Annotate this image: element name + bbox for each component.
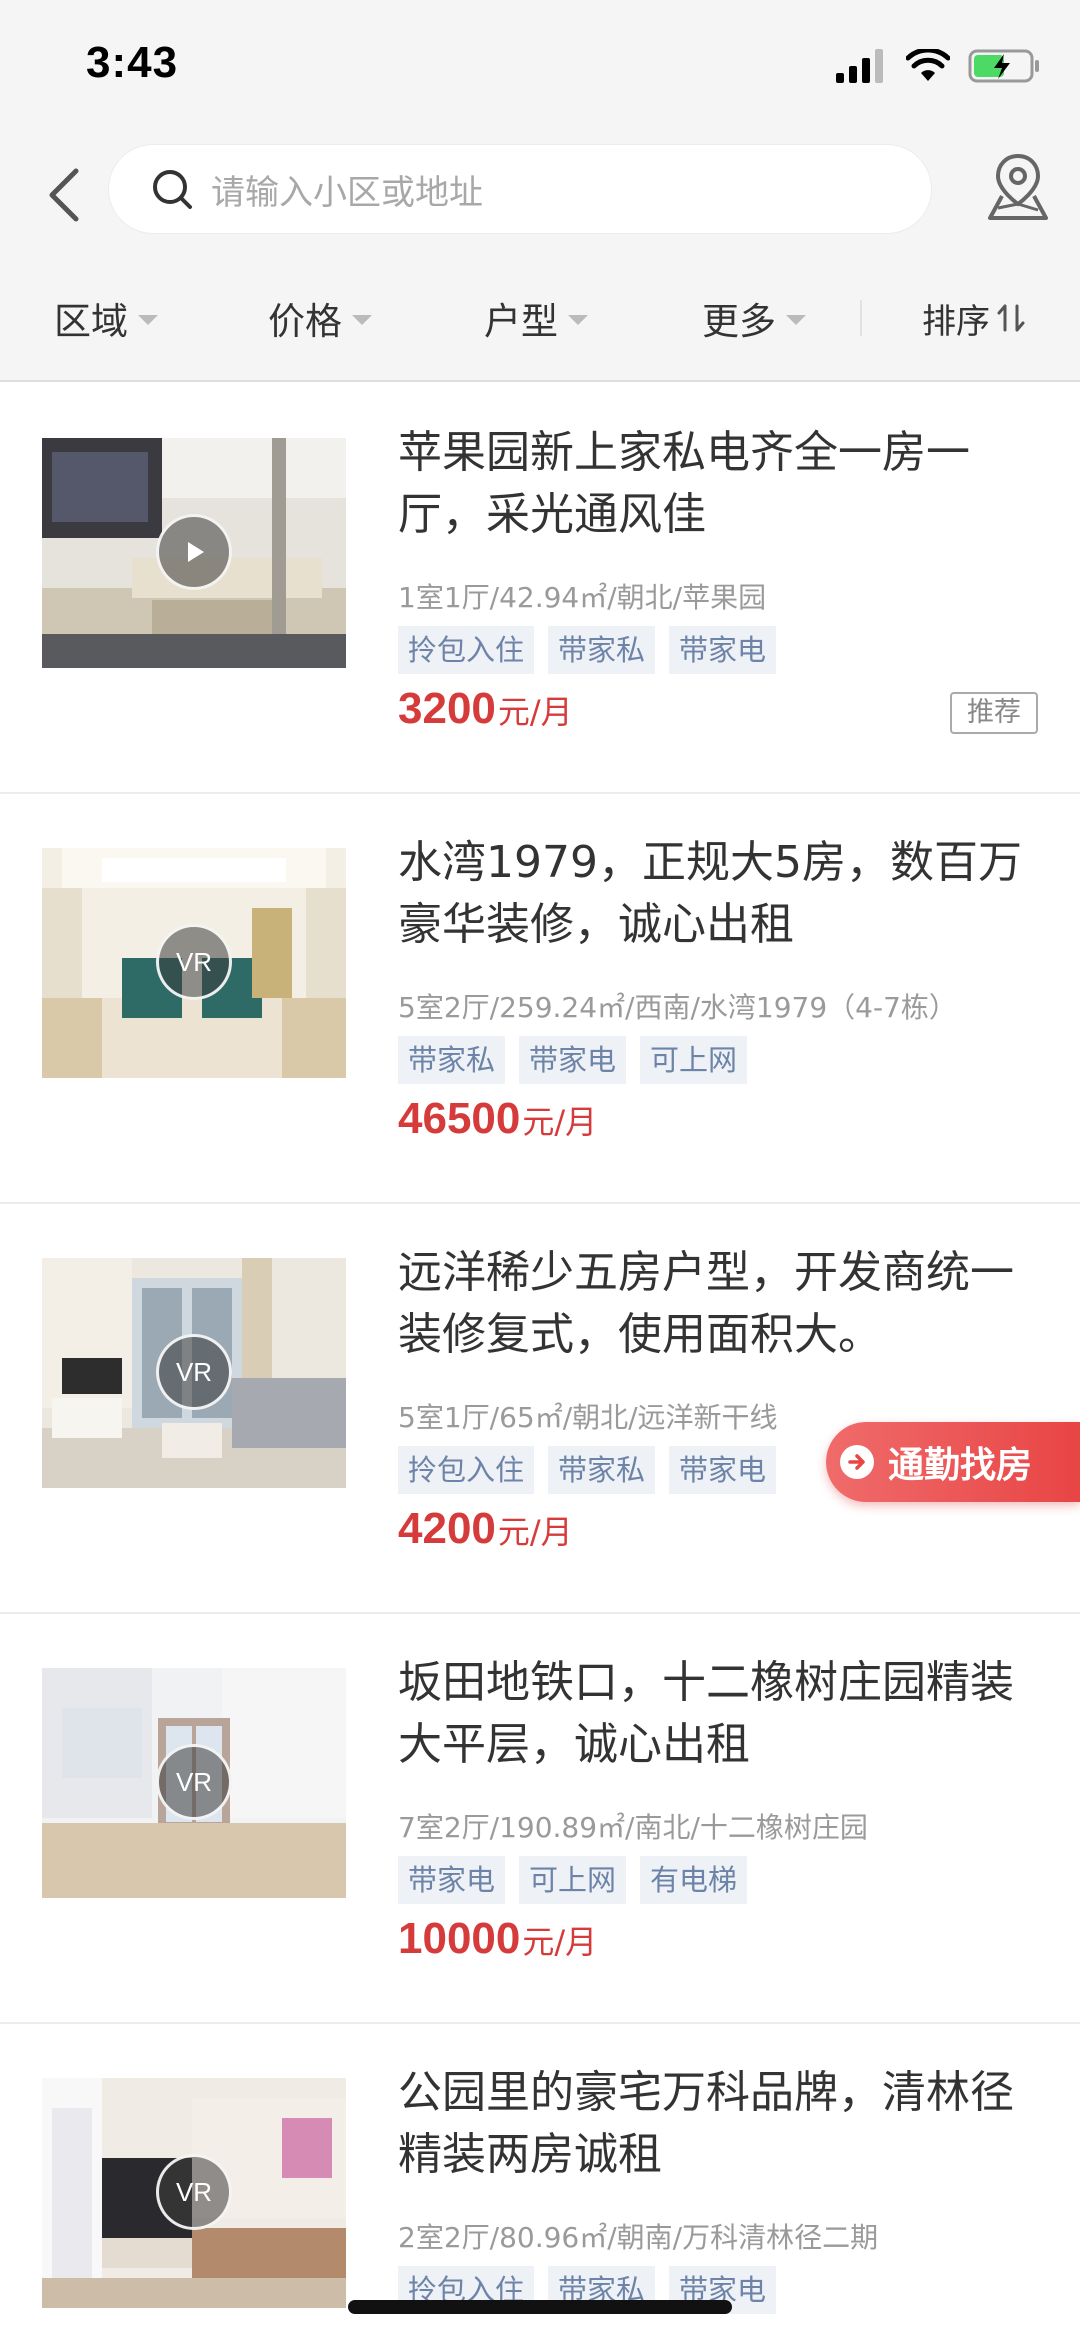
sort-button[interactable]: 排序: [922, 290, 1026, 346]
vr-badge[interactable]: VR: [156, 2154, 232, 2230]
filter-bar: 区域 价格 户型 更多 排序: [0, 260, 1080, 382]
filter-layout[interactable]: 户型: [484, 290, 588, 346]
listing-price: 10000 元/月: [398, 1914, 597, 1964]
listing-photo: VR: [42, 1258, 346, 1488]
map-location-button[interactable]: [986, 152, 1050, 226]
listing-photo: VR: [42, 1668, 346, 1898]
commute-search-button[interactable]: 通勤找房: [826, 1422, 1080, 1502]
caret-down-icon: [786, 315, 806, 325]
price-value: 10000: [398, 1914, 521, 1963]
vr-badge[interactable]: VR: [156, 1744, 232, 1820]
listing-meta: 1室1厅/42.94㎡/朝北/苹果园: [398, 581, 767, 614]
listing-tag: 可上网: [640, 1036, 748, 1084]
listing-title: 坂田地铁口，十二橡树庄园精装大平层，诚心出租: [398, 1657, 1014, 1770]
listing-item[interactable]: VR 远洋稀少五房户型，开发商统一装修复式，使用面积大。 5室1厅/65㎡/朝北…: [0, 1204, 1080, 1614]
listing-tag: 可上网: [519, 1856, 627, 1904]
listing-tag: 拎包入住: [398, 626, 535, 674]
price-unit: 元/月: [497, 693, 573, 731]
caret-down-icon: [352, 315, 372, 325]
listing-item[interactable]: 苹果园新上家私电齐全一房一厅，采光通风佳 1室1厅/42.94㎡/朝北/苹果园 …: [0, 384, 1080, 794]
search-icon: [153, 170, 192, 209]
listing-item[interactable]: VR 水湾1979，正规大5房，数百万豪华装修，诚心出租 5室2厅/259.24…: [0, 794, 1080, 1204]
listing-title: 远洋稀少五房户型，开发商统一装修复式，使用面积大。: [398, 1247, 1014, 1360]
listing-item[interactable]: VR 公园里的豪宅万科品牌，清林径精装两房诚租 2室2厅/80.96㎡/朝南/万…: [0, 2024, 1080, 2339]
vr-badge[interactable]: VR: [156, 924, 232, 1000]
map-pin-icon: [988, 153, 1048, 220]
listing-photo: VR: [42, 848, 346, 1078]
listing-tags: 带家电 可上网 有电梯: [398, 1856, 748, 1904]
status-bar: 3:43: [0, 0, 1080, 130]
price-unit: 元/月: [497, 1513, 573, 1551]
filter-price-label: 价格: [268, 300, 342, 343]
back-arrow-icon: [49, 168, 79, 222]
filter-price[interactable]: 价格: [268, 290, 372, 346]
listing-tag: 拎包入住: [398, 1446, 535, 1494]
price-value: 46500: [398, 1094, 521, 1143]
play-icon[interactable]: [156, 514, 232, 590]
caret-down-icon: [138, 315, 158, 325]
commute-search-label: 通勤找房: [888, 1445, 1033, 1486]
listing-tags: 带家私 带家电 可上网: [398, 1036, 748, 1084]
signal-icon: [836, 49, 883, 83]
price-unit: 元/月: [522, 1923, 598, 1961]
search-placeholder: 请输入小区或地址: [211, 172, 483, 213]
arrow-right-circle-icon: [840, 1445, 874, 1479]
home-indicator[interactable]: [348, 2300, 732, 2314]
listing-title: 水湾1979，正规大5房，数百万豪华装修，诚心出租: [398, 837, 1022, 950]
search-input[interactable]: 请输入小区或地址: [108, 144, 932, 234]
vr-badge[interactable]: VR: [156, 1334, 232, 1410]
filter-layout-label: 户型: [484, 300, 558, 343]
listing-tag: 带家电: [519, 1036, 627, 1084]
caret-down-icon: [568, 315, 588, 325]
sort-arrows-icon: [997, 304, 1025, 332]
listing-tag: 带家私: [398, 1036, 506, 1084]
price-value: 3200: [398, 684, 496, 733]
filter-more-label: 更多: [702, 300, 776, 343]
search-bar: 请输入小区或地址: [0, 130, 1080, 260]
listing-price: 46500 元/月: [398, 1094, 597, 1144]
filter-area[interactable]: 区域: [54, 290, 158, 346]
listing-price: 4200 元/月: [398, 1504, 573, 1554]
listing-item[interactable]: VR 坂田地铁口，十二橡树庄园精装大平层，诚心出租 7室2厅/190.89㎡/南…: [0, 1614, 1080, 2024]
price-unit: 元/月: [522, 1103, 598, 1141]
filter-area-label: 区域: [54, 300, 128, 343]
listing-tags: 拎包入住 带家私 带家电: [398, 626, 777, 674]
listing-title: 公园里的豪宅万科品牌，清林径精装两房诚租: [398, 2067, 1014, 2180]
sort-label: 排序: [922, 301, 990, 342]
listing-title: 苹果园新上家私电齐全一房一厅，采光通风佳: [398, 427, 970, 540]
status-icons: [836, 44, 1040, 88]
listing-photo: [42, 438, 346, 668]
listing-tag: 带家私: [548, 626, 656, 674]
listing-list: 苹果园新上家私电齐全一房一厅，采光通风佳 1室1厅/42.94㎡/朝北/苹果园 …: [0, 384, 1080, 2339]
wifi-icon: [906, 49, 950, 81]
filter-divider: [860, 300, 862, 336]
back-button[interactable]: [34, 162, 94, 228]
filter-more[interactable]: 更多: [702, 290, 806, 346]
listing-meta: 7室2厅/190.89㎡/南北/十二橡树庄园: [398, 1811, 868, 1844]
listing-tag: 带家电: [398, 1856, 506, 1904]
listing-meta: 5室2厅/259.24㎡/西南/水湾1979（4-7栋）: [398, 991, 957, 1024]
listing-tag: 带家电: [669, 626, 777, 674]
battery-charging-icon: [968, 49, 1039, 83]
price-value: 4200: [398, 1504, 496, 1553]
recommended-badge: 推荐: [950, 692, 1038, 734]
listing-tag: 带家私: [548, 1446, 656, 1494]
listing-price: 3200 元/月: [398, 684, 573, 734]
listing-meta: 2室2厅/80.96㎡/朝南/万科清林径二期: [398, 2221, 879, 2254]
status-time: 3:43: [86, 38, 179, 87]
listing-photo: VR: [42, 2078, 346, 2308]
listing-tag: 有电梯: [640, 1856, 748, 1904]
listing-tag: 带家电: [669, 1446, 777, 1494]
listing-tags: 拎包入住 带家私 带家电: [398, 1446, 777, 1494]
